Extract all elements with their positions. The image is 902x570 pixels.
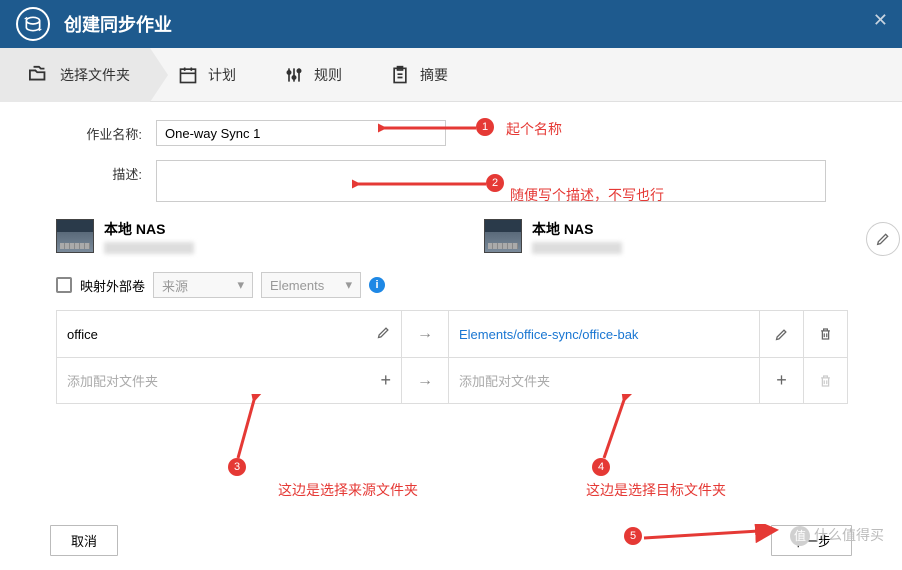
source-device-sub [104,242,194,254]
chevron-down-icon: ▾ [237,277,244,293]
step-select-folder[interactable]: 选择文件夹 [0,48,150,102]
edit-source-button[interactable] [376,325,391,343]
window-title: 创建同步作业 [64,11,172,37]
dest-path: Elements/office-sync/office-bak [459,327,638,342]
annotation-text: 这边是选择目标文件夹 [586,480,726,500]
annotation-badge: 4 [592,458,610,476]
add-dest-button[interactable]: + [759,358,803,403]
annotation-badge: 2 [486,174,504,192]
chevron-down-icon: ▾ [345,277,352,293]
elements-select[interactable]: Elements▾ [261,272,361,298]
close-icon[interactable]: ✕ [873,10,888,31]
sliders-icon [284,65,304,85]
arrow-icon: → [401,311,449,357]
add-source-placeholder[interactable]: 添加配对文件夹 [67,371,158,390]
desc-label: 描述: [50,160,156,183]
clipboard-icon [390,65,410,85]
annotation-arrow [352,176,488,192]
arrow-icon: → [401,358,449,403]
wizard-steps: 选择文件夹 计划 规则 摘要 [0,48,902,102]
annotation-text: 随便写个描述，不写也行 [510,185,664,205]
source-device: 本地 NAS [56,219,416,254]
annotation-arrow [598,394,632,460]
calendar-icon [178,65,198,85]
source-device-name: 本地 NAS [104,219,194,239]
step-rules[interactable]: 规则 [256,48,362,102]
nas-icon [56,219,94,253]
annotation-text: 起个名称 [506,119,562,139]
step-summary[interactable]: 摘要 [362,48,468,102]
source-select[interactable]: 来源▾ [153,272,253,298]
source-path: office [67,327,98,342]
cancel-button[interactable]: 取消 [50,525,118,556]
annotation-badge: 1 [476,118,494,136]
pencil-icon [376,325,391,340]
delete-row-button[interactable] [803,311,847,357]
edit-devices-button[interactable] [866,222,900,256]
add-source-button[interactable]: + [380,370,391,391]
folder-icon [28,65,50,85]
dest-device: 本地 NAS [484,219,844,254]
delete-row-disabled [803,358,847,403]
dest-device-sub [532,242,622,254]
edit-dest-button[interactable] [759,311,803,357]
name-label: 作业名称: [50,120,156,143]
trash-icon [818,326,833,342]
titlebar: 创建同步作业 ✕ [0,0,902,48]
annotation-arrow [642,524,782,546]
trash-icon [818,373,833,389]
annotation-badge: 5 [624,527,642,545]
annotation-arrow [230,394,264,460]
map-external-label: 映射外部卷 [80,276,145,295]
nas-icon [484,219,522,253]
add-dest-placeholder[interactable]: 添加配对文件夹 [459,371,550,390]
table-row: 添加配对文件夹 + → 添加配对文件夹 + [57,357,847,403]
pencil-icon [875,231,891,247]
app-icon [16,7,50,41]
watermark: 什么值得买 [790,525,884,546]
annotation-arrow [378,120,478,136]
folder-pair-table: office → Elements/office-sync/office-bak… [56,310,848,404]
annotation-badge: 3 [228,458,246,476]
map-external-checkbox[interactable] [56,277,72,293]
dest-device-name: 本地 NAS [532,219,622,239]
annotation-text: 这边是选择来源文件夹 [278,480,418,500]
info-icon[interactable]: i [369,277,385,293]
table-row: office → Elements/office-sync/office-bak [57,311,847,357]
pencil-icon [774,327,789,342]
